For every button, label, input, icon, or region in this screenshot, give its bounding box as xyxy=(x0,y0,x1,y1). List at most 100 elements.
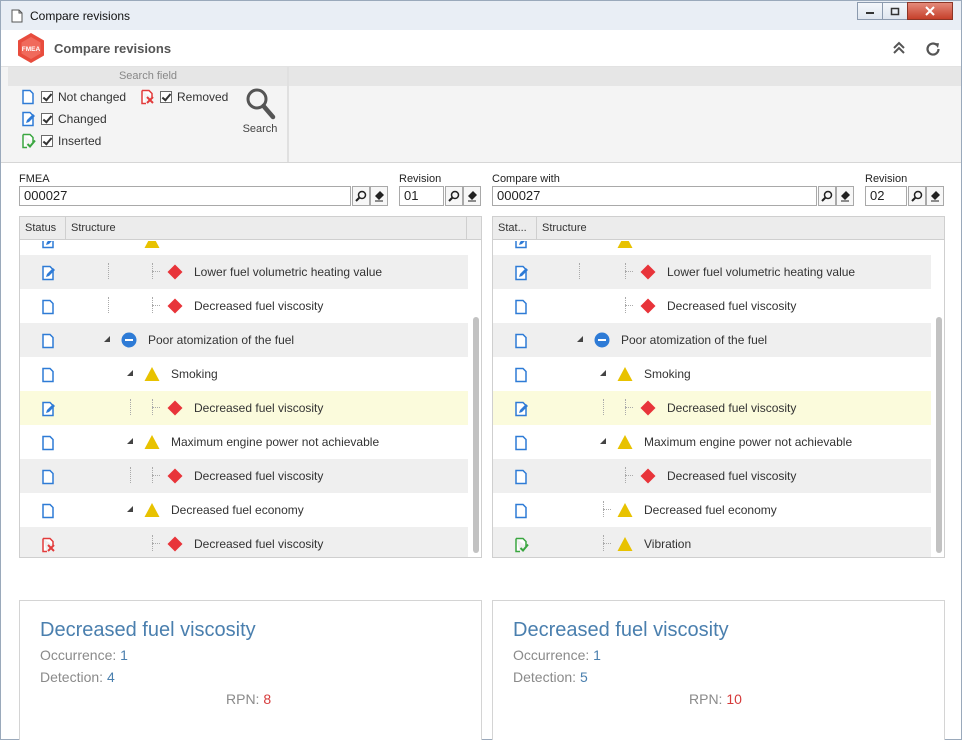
tree-row[interactable]: Poor atomization of the fuel xyxy=(20,323,468,357)
tree-row[interactable]: Decreased fuel viscosity xyxy=(493,391,931,425)
expand-toggle-icon[interactable] xyxy=(600,438,606,444)
changed-status-icon xyxy=(42,401,55,417)
right-panel: Compare with 000027 Revision 02 Stat... … xyxy=(482,163,955,740)
vertical-scrollbar[interactable] xyxy=(473,317,479,553)
magnifier-icon xyxy=(821,190,833,202)
refresh-icon[interactable] xyxy=(924,40,942,58)
removed-checkbox[interactable] xyxy=(160,91,172,103)
collapse-ribbon-icon[interactable] xyxy=(891,40,907,56)
changed-status-icon xyxy=(42,241,54,249)
not-changed-status-icon xyxy=(42,367,54,383)
fmea-clear-button[interactable] xyxy=(370,186,388,206)
expand-toggle-icon[interactable] xyxy=(577,336,583,342)
tree-row[interactable]: Lower fuel volumetric heating value xyxy=(20,255,468,289)
rpn-line: RPN: 10 xyxy=(689,691,742,707)
fmea-field[interactable]: 000027 xyxy=(19,186,351,206)
detail-title: Decreased fuel viscosity xyxy=(513,619,729,641)
tree-row-label: Decreased fuel viscosity xyxy=(667,299,797,313)
tree-row[interactable]: Smoking xyxy=(493,357,931,391)
compare-with-search-button[interactable] xyxy=(818,186,836,206)
effect-triangle-icon xyxy=(617,503,633,517)
not-changed-status-icon xyxy=(42,333,54,349)
compare-with-label: Compare with xyxy=(492,173,560,185)
compare-revision-field[interactable]: 02 xyxy=(865,186,907,206)
tree-row-label: Vibration xyxy=(644,537,692,551)
close-button[interactable] xyxy=(907,2,953,20)
page-title: Compare revisions xyxy=(54,41,172,56)
tree-row-label: Decreased fuel economy xyxy=(644,503,777,517)
expand-toggle-icon[interactable] xyxy=(127,506,133,512)
revision-search-button[interactable] xyxy=(445,186,463,206)
left-panel: FMEA 000027 Revision 01 Status Structure… xyxy=(9,163,482,740)
compare-detail-card: Decreased fuel viscosity Occurrence: 1 D… xyxy=(492,600,945,740)
column-structure[interactable]: Structure xyxy=(66,217,467,240)
window-content: FMEA Compare revisions Search field Not … xyxy=(0,30,962,740)
rpn-value: 10 xyxy=(726,691,742,707)
tree-row[interactable]: Decreased fuel viscosity xyxy=(20,391,468,425)
tree-row[interactable]: Decreased fuel viscosity xyxy=(20,527,468,557)
tree-row[interactable]: Vibration xyxy=(493,527,931,557)
tree-row[interactable]: Decreased fuel economy xyxy=(20,493,468,527)
tree-connector xyxy=(152,407,160,408)
tree-connector xyxy=(130,399,131,415)
minimize-button[interactable] xyxy=(857,2,883,20)
maximize-button[interactable] xyxy=(882,2,908,20)
tree-row[interactable]: Poor atomization of the fuel xyxy=(493,323,931,357)
tree-connector xyxy=(152,271,160,272)
effect-triangle-icon xyxy=(144,503,160,517)
tree-row[interactable]: Decreased fuel economy xyxy=(493,493,931,527)
effect-triangle-icon xyxy=(617,537,633,551)
changed-icon xyxy=(22,111,35,127)
inserted-checkbox[interactable] xyxy=(41,135,53,147)
search-button[interactable]: Search xyxy=(239,123,281,135)
ribbon-strip xyxy=(289,67,961,86)
effect-triangle-icon xyxy=(144,367,160,381)
effect-triangle-icon xyxy=(144,435,160,449)
not-changed-checkbox[interactable] xyxy=(41,91,53,103)
tree-row-label: Poor atomization of the fuel xyxy=(148,333,295,347)
tree-connector xyxy=(152,543,160,544)
tree-row[interactable]: Smoking xyxy=(20,357,468,391)
expand-toggle-icon[interactable] xyxy=(127,370,133,376)
expand-toggle-icon[interactable] xyxy=(104,336,110,342)
not-changed-status-icon xyxy=(42,503,54,519)
tree-connector xyxy=(625,407,633,408)
close-icon xyxy=(925,6,935,16)
expand-toggle-icon[interactable] xyxy=(600,370,606,376)
compare-with-field[interactable]: 000027 xyxy=(492,186,817,206)
fmea-search-button[interactable] xyxy=(352,186,370,206)
changed-checkbox[interactable] xyxy=(41,113,53,125)
revision-field[interactable]: 01 xyxy=(399,186,444,206)
detection-line: Detection: 5 xyxy=(513,669,588,685)
tree-row[interactable]: Decreased fuel viscosity xyxy=(493,459,931,493)
expand-toggle-icon[interactable] xyxy=(127,438,133,444)
tree-row-label: Decreased fuel viscosity xyxy=(194,299,324,313)
compare-revision-clear-button[interactable] xyxy=(926,186,944,206)
tree-row[interactable]: Lower fuel volumetric heating value xyxy=(493,255,931,289)
effect-triangle-icon xyxy=(617,241,633,248)
rpn-line: RPN: 8 xyxy=(226,691,271,707)
tree-row[interactable]: Decreased fuel viscosity xyxy=(493,289,931,323)
tree-row[interactable]: Maximum engine power not achievable xyxy=(20,425,468,459)
tree-row-label: Decreased fuel viscosity xyxy=(194,401,324,415)
not-changed-icon xyxy=(22,89,34,105)
vertical-scrollbar[interactable] xyxy=(936,317,942,553)
column-status[interactable]: Stat... xyxy=(493,217,537,240)
compare-revision-search-button[interactable] xyxy=(908,186,926,206)
not-changed-label: Not changed xyxy=(58,90,127,104)
compare-with-clear-button[interactable] xyxy=(836,186,854,206)
changed-status-icon xyxy=(42,265,55,281)
tree-row[interactable]: Decreased fuel viscosity xyxy=(20,459,468,493)
revision-clear-button[interactable] xyxy=(463,186,481,206)
column-structure[interactable]: Structure xyxy=(537,217,944,240)
tree-row-label: Lower fuel volumetric heating value xyxy=(667,265,856,279)
column-status[interactable]: Status xyxy=(20,217,66,240)
tree-row[interactable]: Maximum engine power not achievable xyxy=(493,425,931,459)
search-icon[interactable] xyxy=(245,87,277,121)
rpn-label: RPN: xyxy=(689,691,723,707)
occurrence-value: 1 xyxy=(120,647,128,663)
window-controls xyxy=(857,2,953,20)
inserted-status-icon xyxy=(515,537,529,553)
maximize-icon xyxy=(890,7,900,15)
tree-row[interactable]: Decreased fuel viscosity xyxy=(20,289,468,323)
